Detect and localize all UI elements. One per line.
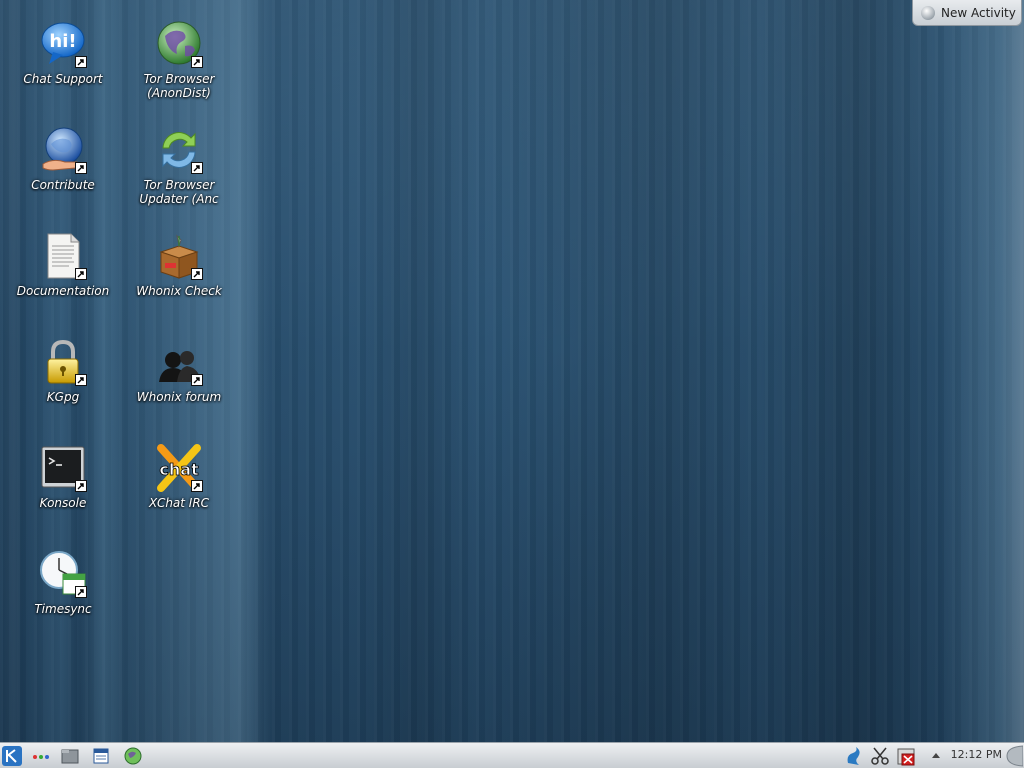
calendar-button[interactable] [90, 745, 112, 767]
svg-text:hi!: hi! [49, 31, 76, 52]
icon-label: XChat IRC [148, 496, 210, 510]
desktop-icon-timesync[interactable]: Timesync [9, 550, 117, 616]
svg-text:chat: chat [159, 460, 199, 479]
activity-dots-icon [33, 755, 49, 759]
activities-button[interactable] [30, 745, 52, 767]
browser-button[interactable] [122, 745, 144, 767]
shortcut-arrow-icon [75, 56, 87, 68]
new-activity-label: New Activity [941, 5, 1016, 20]
icon-label: Whonix forum [136, 390, 222, 404]
taskbar-panel: 12:12 PM [0, 742, 1024, 768]
desktop: New Activity hi! Chat Support Contribute [0, 0, 1024, 768]
shortcut-arrow-icon [191, 268, 203, 280]
shortcut-arrow-icon [75, 268, 87, 280]
file-manager-button[interactable] [59, 745, 81, 767]
icon-label: Chat Support [23, 72, 103, 86]
new-activity-button[interactable]: New Activity [912, 0, 1022, 26]
desktop-icon-kgpg[interactable]: KGpg [9, 338, 117, 404]
icon-label: Timesync [34, 602, 92, 616]
network-icon [847, 747, 860, 765]
calendar-icon [93, 748, 109, 764]
shortcut-arrow-icon [191, 56, 203, 68]
icon-label: KGpg [46, 390, 80, 404]
desktop-icon-chat-support[interactable]: hi! Chat Support [9, 20, 117, 86]
panel-clock[interactable]: 12:12 PM [951, 748, 1002, 761]
shortcut-arrow-icon [191, 374, 203, 386]
icon-label: Konsole [39, 496, 87, 510]
tray-network-button[interactable] [842, 745, 864, 767]
shortcut-arrow-icon [191, 162, 203, 174]
icon-label: Tor Browser Updater (Anc [139, 178, 219, 206]
icon-label: Whonix Check [136, 284, 222, 298]
globe-icon [124, 747, 142, 765]
panel-toolbox-button[interactable] [1003, 745, 1023, 767]
desktop-icon-konsole[interactable]: Konsole [9, 444, 117, 510]
desktop-icon-whonix-forum[interactable]: Whonix forum [125, 338, 233, 404]
activity-icon [921, 5, 935, 20]
icon-label: Tor Browser (AnonDist) [143, 72, 215, 100]
shortcut-arrow-icon [191, 480, 203, 492]
icon-label: Contribute [31, 178, 95, 192]
shortcut-arrow-icon [75, 162, 87, 174]
kde-launcher-icon [2, 746, 22, 766]
toolbox-icon [1006, 745, 1023, 767]
desktop-icon-whonix-check[interactable]: Whonix Check [125, 232, 233, 298]
file-manager-icon [61, 749, 79, 764]
tray-status-button[interactable] [895, 745, 917, 767]
desktop-icon-tor-browser-updater[interactable]: Tor Browser Updater (Anc [125, 126, 233, 206]
icon-label: Documentation [16, 284, 110, 298]
tray-clipboard-button[interactable] [869, 745, 891, 767]
kde-launcher-button[interactable] [1, 745, 23, 767]
disabled-icon [897, 748, 915, 766]
desktop-icon-xchat-irc[interactable]: chat XChat IRC [125, 444, 233, 510]
scissors-icon [871, 747, 889, 765]
shortcut-arrow-icon [75, 480, 87, 492]
chevron-up-icon [932, 753, 940, 758]
desktop-icon-tor-browser[interactable]: Tor Browser (AnonDist) [125, 20, 233, 100]
shortcut-arrow-icon [75, 586, 87, 598]
desktop-icon-documentation[interactable]: Documentation [9, 232, 117, 298]
desktop-icon-contribute[interactable]: Contribute [9, 126, 117, 192]
tray-expand-button[interactable] [928, 745, 944, 767]
shortcut-arrow-icon [75, 374, 87, 386]
